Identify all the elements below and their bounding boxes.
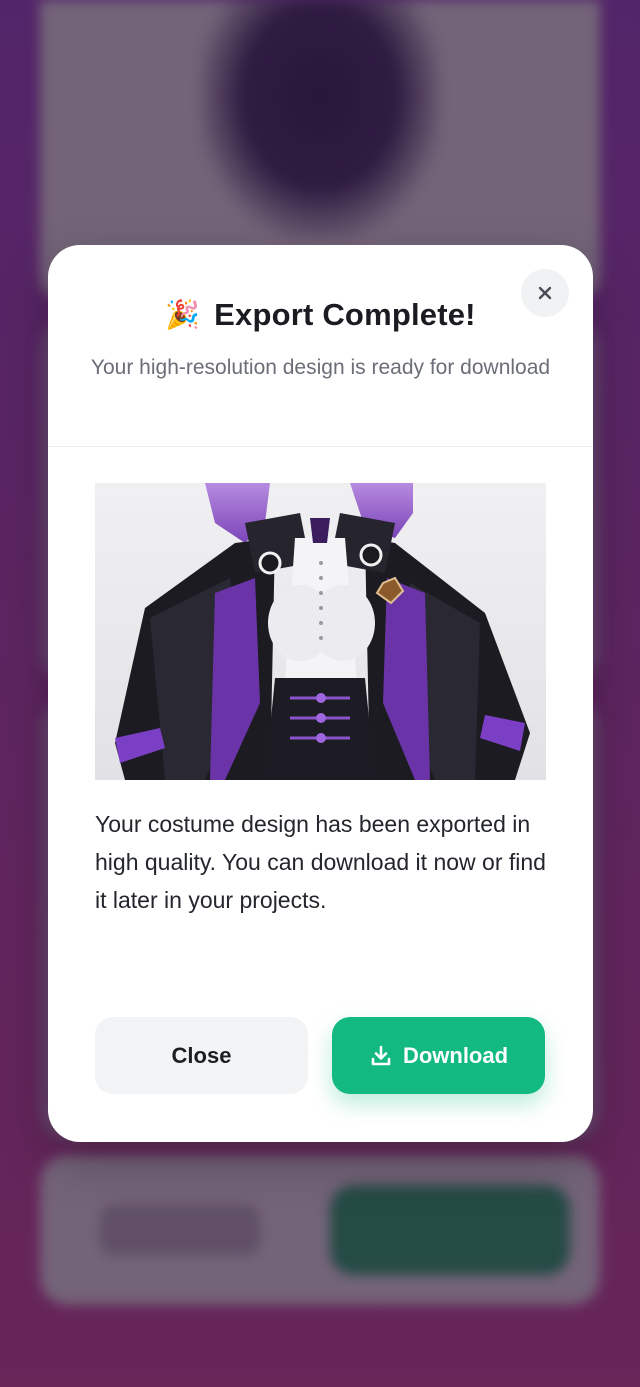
download-button[interactable]: Download xyxy=(332,1017,545,1094)
modal-subtitle: Your high-resolution design is ready for… xyxy=(90,356,551,379)
export-complete-modal: 🎉 Export Complete! Your high-resolution … xyxy=(48,245,593,1142)
party-popper-icon: 🎉 xyxy=(165,298,201,331)
modal-title: Export Complete! xyxy=(214,297,476,332)
modal-description: Your costume design has been exported in… xyxy=(95,811,546,913)
costume-illustration xyxy=(95,483,546,780)
title-row: 🎉 Export Complete! xyxy=(88,297,553,333)
download-icon xyxy=(371,1045,391,1065)
costume-preview-image xyxy=(95,483,546,780)
close-icon xyxy=(538,286,552,300)
download-button-label: Download xyxy=(402,1042,509,1068)
modal-header: 🎉 Export Complete! Your high-resolution … xyxy=(48,245,593,447)
close-button-label: Close xyxy=(171,1042,232,1068)
close-button[interactable]: Close xyxy=(95,1017,308,1094)
close-x-button[interactable] xyxy=(521,269,569,317)
